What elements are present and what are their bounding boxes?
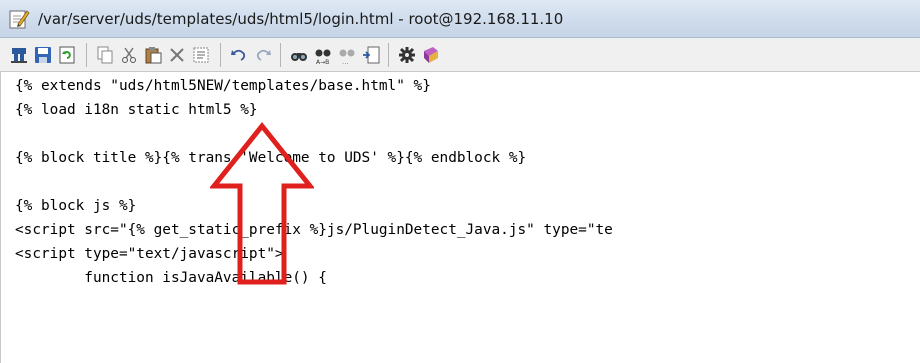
cut-icon[interactable]: [118, 44, 140, 66]
redo-icon[interactable]: [252, 44, 274, 66]
help-icon[interactable]: [420, 44, 442, 66]
delete-icon[interactable]: [166, 44, 188, 66]
svg-text:...: ...: [342, 58, 349, 65]
find-icon[interactable]: [288, 44, 310, 66]
code-line: {% extends "uds/html5NEW/templates/base.…: [15, 78, 431, 94]
select-all-icon[interactable]: [190, 44, 212, 66]
code-line: {% load i18n static html5 %}: [15, 102, 258, 118]
copy-icon[interactable]: [94, 44, 116, 66]
title-bar: /var/server/uds/templates/uds/html5/logi…: [0, 0, 920, 38]
code-editor[interactable]: {% extends "uds/html5NEW/templates/base.…: [0, 72, 920, 363]
upload-icon[interactable]: [8, 44, 30, 66]
refresh-icon[interactable]: [56, 44, 78, 66]
replace-icon[interactable]: A→B: [312, 44, 334, 66]
go-to-icon[interactable]: [360, 44, 382, 66]
settings-icon[interactable]: [396, 44, 418, 66]
find-next-icon[interactable]: ...: [336, 44, 358, 66]
save-icon[interactable]: [32, 44, 54, 66]
undo-icon[interactable]: [228, 44, 250, 66]
toolbar: A→B ...: [0, 38, 920, 72]
svg-text:A→B: A→B: [316, 59, 329, 65]
edit-document-icon: [9, 10, 30, 29]
annotation-arrow-icon: [210, 122, 314, 285]
window-title: /var/server/uds/templates/uds/html5/logi…: [38, 10, 564, 28]
paste-icon[interactable]: [142, 44, 164, 66]
code-line: {% block js %}: [15, 198, 137, 214]
